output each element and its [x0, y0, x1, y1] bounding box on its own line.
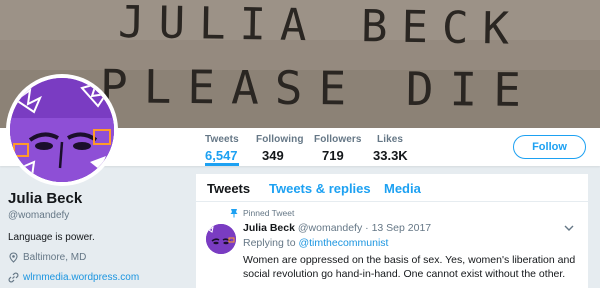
profile-name[interactable]: Julia Beck — [8, 190, 188, 207]
follow-button[interactable]: Follow — [513, 135, 586, 159]
pin-icon — [230, 209, 238, 218]
tweet-author-handle[interactable]: @womandefy — [298, 222, 362, 234]
stat-following[interactable]: Following 349 — [256, 134, 304, 163]
tab-tweets[interactable]: Tweets — [207, 181, 250, 196]
link-icon — [8, 272, 19, 283]
stat-tweets[interactable]: Tweets 6,547 — [205, 128, 239, 166]
stat-value: 6,547 — [205, 148, 238, 163]
stat-label: Followers — [314, 134, 362, 145]
timeline: Tweets Tweets & replies Media Pinned Twe… — [196, 174, 588, 288]
profile-bio: Language is power. — [8, 232, 95, 243]
stat-label: Tweets — [205, 134, 239, 145]
stat-likes[interactable]: Likes 33.3K — [373, 134, 408, 163]
stat-followers[interactable]: Followers 719 — [314, 134, 362, 163]
graffiti-text-line2: PLEASE DIE — [100, 59, 537, 117]
tweet-author-name[interactable]: Julia Beck — [243, 222, 295, 234]
timeline-tabs: Tweets Tweets & replies Media — [196, 174, 588, 202]
tweet-text: Women are oppressed on the basis of sex.… — [243, 254, 576, 280]
avatar-illustration — [10, 78, 114, 182]
tweet-replying-to: Replying to @timthecommunist — [243, 237, 388, 249]
tweet-separator: · — [365, 222, 369, 234]
profile-website-link[interactable]: wlrnmedia.wordpress.com — [23, 272, 139, 283]
stat-label: Following — [256, 134, 304, 145]
tweet-date[interactable]: 13 Sep 2017 — [372, 222, 432, 234]
replying-prefix: Replying to — [243, 237, 296, 249]
tab-tweets-replies[interactable]: Tweets & replies — [269, 181, 371, 196]
stat-value: 33.3K — [373, 148, 408, 163]
tweet-avatar[interactable] — [206, 224, 236, 254]
chevron-down-icon[interactable] — [564, 225, 574, 232]
graffiti-text-line1: JULIA BECK — [118, 0, 524, 55]
profile-website[interactable]: wlrnmedia.wordpress.com — [8, 272, 188, 283]
stat-label: Likes — [377, 134, 404, 145]
tab-media[interactable]: Media — [384, 181, 421, 196]
tweet-header: Julia Beck @womandefy · 13 Sep 2017 — [243, 222, 431, 234]
stat-value: 349 — [262, 148, 284, 163]
location-icon — [8, 252, 19, 263]
profile-handle[interactable]: @womandefy — [8, 210, 188, 221]
pinned-label: Pinned Tweet — [243, 208, 295, 218]
replying-user-link[interactable]: @timthecommunist — [298, 237, 388, 249]
profile-location-text: Baltimore, MD — [23, 252, 87, 263]
profile-info: Julia Beck @womandefy Language is power.… — [8, 190, 188, 283]
profile-avatar[interactable] — [6, 74, 154, 186]
stat-value: 719 — [322, 148, 344, 163]
profile-location: Baltimore, MD — [8, 252, 188, 263]
